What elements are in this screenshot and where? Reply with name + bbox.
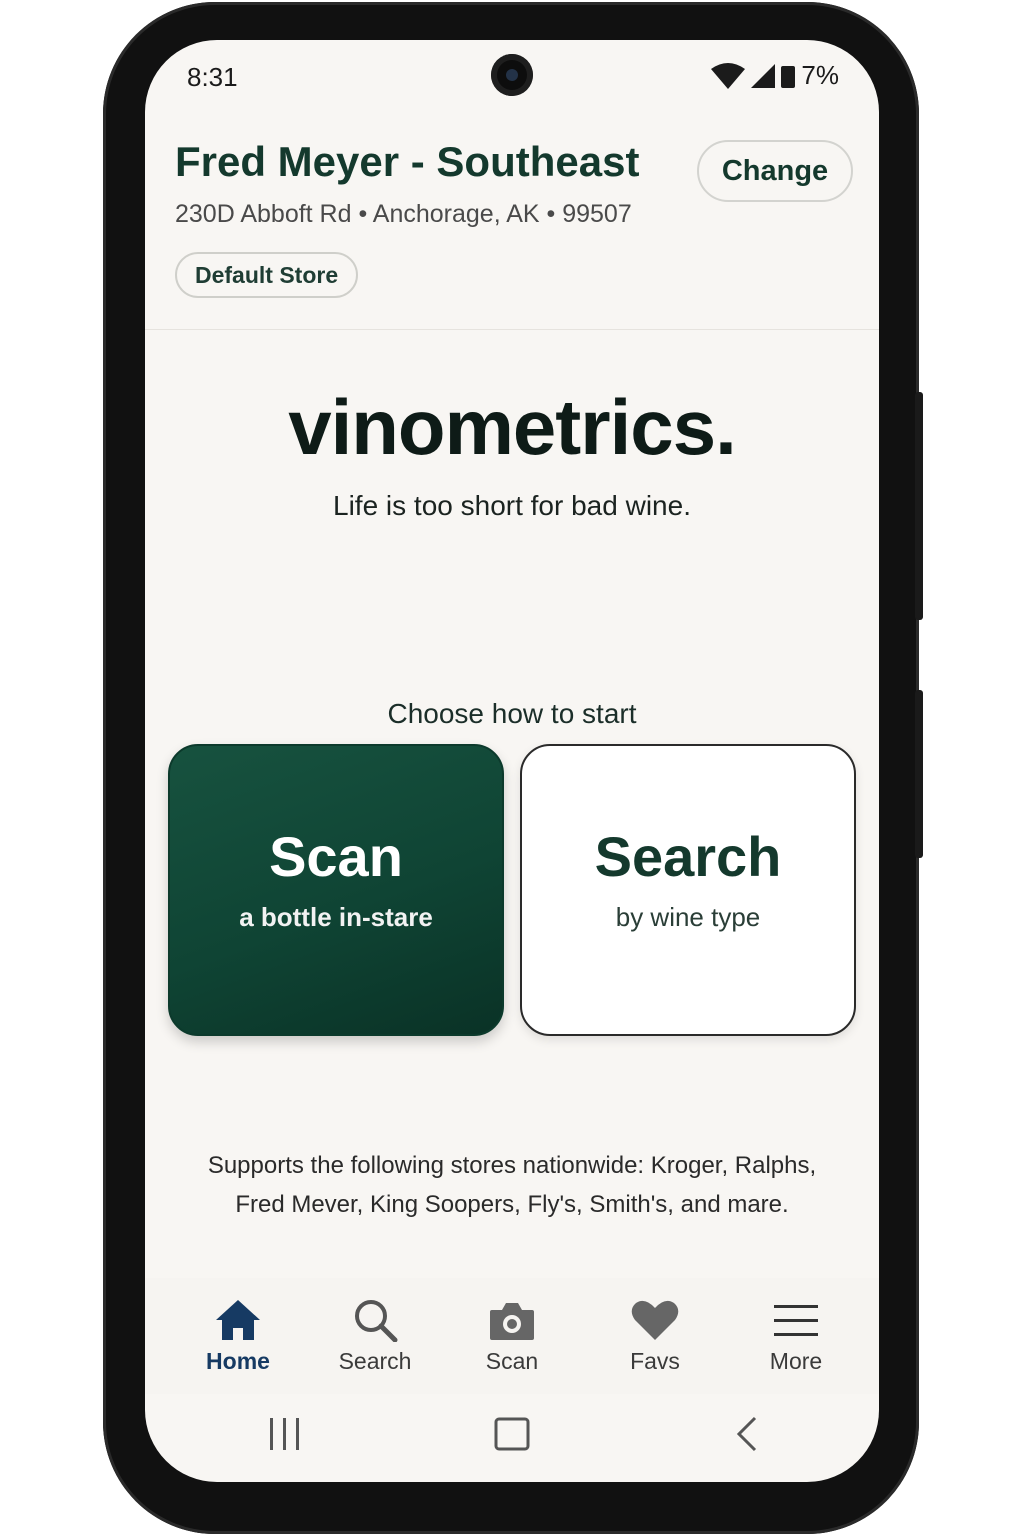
nav-item-more[interactable]: More [736,1298,856,1375]
heart-icon [595,1298,715,1342]
front-camera-icon [491,54,533,96]
nav-label-more: More [769,1348,823,1374]
scan-card-subtitle: a bottle in-stare [239,902,433,932]
side-button-power [915,392,923,620]
store-name: Fred Meyer - Southeast [175,138,640,185]
nav-label-scan: Scan [485,1348,539,1374]
header-divider [145,329,879,330]
battery-icon [781,64,796,88]
change-store-button[interactable]: Change [697,140,853,202]
store-address: 230D Abboft Rd • Anchorage, AK • 99507 [175,200,632,228]
camera-icon [452,1298,572,1342]
menu-icon [736,1298,856,1342]
nav-label-home: Home [206,1348,270,1374]
status-icons: 7% [711,60,839,91]
battery-percent: 7% [801,60,839,90]
side-button-volume [915,690,923,858]
nav-item-search[interactable]: Search [315,1298,435,1375]
home-icon [178,1298,298,1342]
supported-stores-line-2: Fred Mever, King Soopers, Fly's, Smith's… [235,1191,789,1218]
bottom-nav: Home Search Scan Favs More [145,1278,879,1394]
search-card-title: Search [594,825,782,888]
nav-item-favs[interactable]: Favs [595,1298,715,1375]
signal-icon [751,63,776,88]
back-icon[interactable] [733,1414,763,1459]
home-system-icon[interactable] [493,1414,531,1459]
default-store-badge: Default Store [175,252,359,298]
search-card-subtitle: by wine type [615,902,761,932]
nav-label-search: Search [338,1348,412,1374]
brand-logo-text: vinometrics. [288,383,737,471]
status-time: 8:31 [187,62,238,92]
supported-stores-line-1: Supports the following stores nationwide… [207,1152,817,1179]
system-nav-bar [145,1394,879,1482]
wifi-icon [711,62,746,89]
search-icon [315,1298,435,1342]
search-card-button[interactable]: Search by wine type [520,744,856,1036]
scan-card-button[interactable]: Scan a bottle in-stare [168,744,504,1036]
nav-label-favs: Favs [630,1348,680,1374]
supported-stores-text: Supports the following stores nationwide… [175,1146,849,1224]
scan-card-title: Scan [269,825,403,888]
choose-heading: Choose how to start [387,698,637,729]
nav-item-home[interactable]: Home [178,1298,298,1375]
recent-apps-icon[interactable] [267,1414,303,1459]
app-screen: 8:31 7% Fred Meyer - Southeast Change 23… [145,40,879,1482]
brand-tagline: Life is too short for bad wine. [333,490,691,521]
nav-item-scan[interactable]: Scan [452,1298,572,1375]
